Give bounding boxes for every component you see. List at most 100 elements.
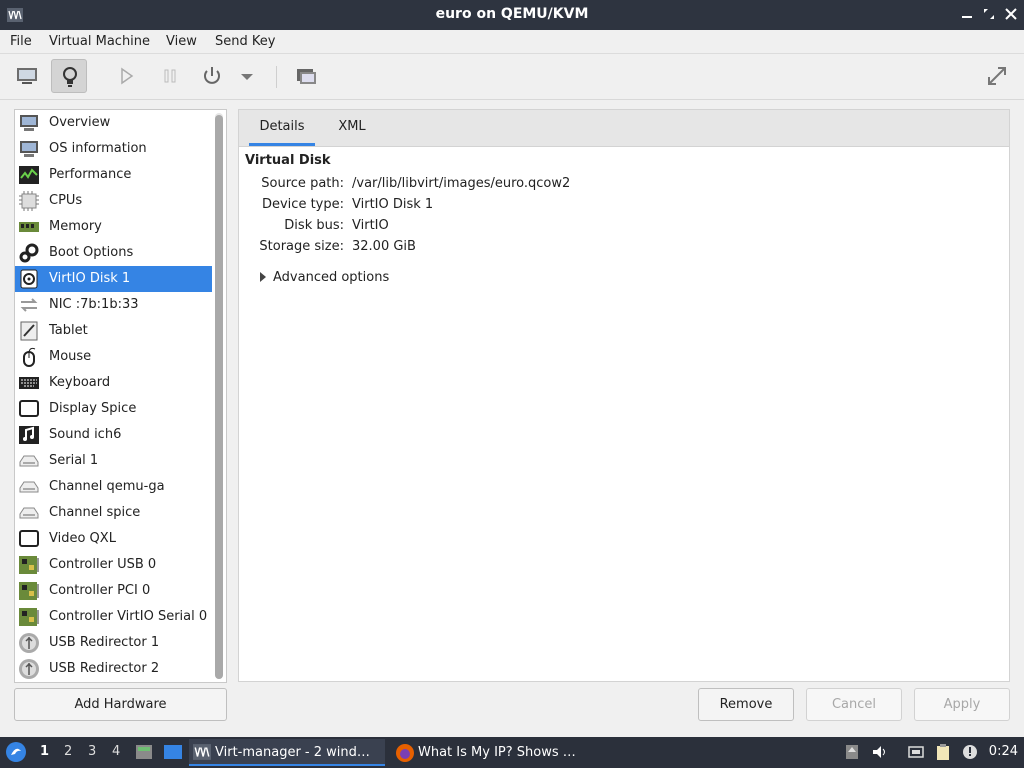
sidebar-item-label: USB Redirector 1 [49, 635, 160, 650]
fullscreen-button[interactable] [979, 59, 1015, 93]
sidebar-item-memory[interactable]: Memory [15, 214, 212, 240]
advanced-options-expander[interactable]: Advanced options [260, 270, 389, 285]
sidebar-item-label: Performance [49, 167, 132, 182]
details-button[interactable] [51, 59, 87, 93]
power-icon [204, 67, 220, 84]
video-icon [19, 530, 39, 547]
sidebar-item-virtio-disk-1[interactable]: VirtIO Disk 1 [15, 266, 212, 292]
updates-icon[interactable] [843, 743, 861, 761]
workspace-3[interactable]: 3 [88, 744, 96, 759]
pause-icon [164, 69, 176, 83]
task-firefox-label: What Is My IP? Shows … [418, 745, 576, 760]
storage-size-label: Storage size: [259, 239, 344, 254]
minimize-icon[interactable] [960, 7, 974, 21]
close-icon[interactable] [1004, 7, 1018, 21]
menu-virtual-machine[interactable]: Virtual Machine [49, 34, 150, 49]
show-desktop-icon[interactable] [163, 742, 183, 762]
sidebar-item-boot-options[interactable]: Boot Options [15, 240, 212, 266]
sidebar-item-label: OS information [49, 141, 147, 156]
workspace-1[interactable]: 1 [40, 744, 49, 759]
remove-button[interactable]: Remove [698, 688, 794, 721]
title-bar: euro on QEMU/KVM [0, 0, 1024, 30]
power-menu-button[interactable] [234, 59, 260, 93]
sidebar-item-label: Channel qemu-ga [49, 479, 165, 494]
disk-bus-value: VirtIO [352, 218, 389, 233]
tab-details[interactable]: Details [249, 110, 315, 146]
file-manager-icon[interactable] [134, 742, 154, 762]
start-menu-icon[interactable] [5, 741, 27, 763]
menu-send-key[interactable]: Send Key [215, 34, 275, 49]
sidebar-item-display-spice[interactable]: Display Spice [15, 396, 212, 422]
cpu-chip-icon [19, 191, 39, 211]
scrollbar[interactable] [215, 113, 223, 679]
power-button[interactable] [194, 59, 230, 93]
sidebar-item-os-information[interactable]: OS information [15, 136, 212, 162]
sidebar-item-video-qxl[interactable]: Video QXL [15, 526, 212, 552]
menu-view[interactable]: View [166, 34, 197, 49]
display-icon [19, 400, 39, 417]
apply-button[interactable]: Apply [914, 688, 1010, 721]
hardware-list[interactable]: USB Redirector 2 USB Redirector 1 Controll… [14, 109, 227, 683]
serial-port-icon [19, 455, 39, 467]
volume-icon[interactable] [871, 743, 889, 761]
sidebar-item-label: Overview [49, 115, 111, 130]
toolbar [0, 54, 1024, 100]
usb-icon [19, 633, 39, 653]
controller-card-icon [19, 582, 39, 600]
taskbar: 1 2 3 4 Virt-manager - 2 wind… What Is M… [0, 737, 1024, 768]
sidebar-item-sound-ich6[interactable]: Sound ich6 [15, 422, 212, 448]
device-type-value: VirtIO Disk 1 [352, 197, 434, 212]
menu-file[interactable]: File [10, 34, 32, 49]
mouse-icon [23, 347, 36, 367]
workspace-2[interactable]: 2 [64, 744, 72, 759]
sidebar-item-nic-7b-1b-33[interactable]: NIC :7b:1b:33 [15, 292, 212, 318]
source-path-value: /var/lib/libvirt/images/euro.qcow2 [352, 176, 571, 191]
sidebar-item-channel-spice[interactable]: Channel spice [15, 500, 212, 526]
sound-icon [19, 426, 39, 444]
device-type-label: Device type: [261, 197, 344, 212]
task-firefox[interactable]: What Is My IP? Shows … [392, 739, 592, 766]
sidebar-item-label: Keyboard [49, 375, 111, 390]
task-virt-manager-label: Virt-manager - 2 wind… [215, 745, 370, 760]
disk-icon [20, 269, 38, 289]
sidebar-item-label: NIC :7b:1b:33 [49, 297, 139, 312]
cancel-button[interactable]: Cancel [806, 688, 902, 721]
clipboard-icon[interactable] [934, 743, 952, 761]
sidebar-item-controller-usb-0[interactable]: Controller USB 0 [15, 552, 212, 578]
snapshots-button[interactable] [288, 59, 324, 93]
sidebar-item-overview[interactable]: Overview [15, 110, 212, 136]
sidebar-item-label: Sound ich6 [49, 427, 122, 442]
menu-bar: File Virtual Machine View Send Key [0, 30, 1024, 54]
workspace-4[interactable]: 4 [112, 744, 120, 759]
sidebar-item-label: Mouse [49, 349, 92, 364]
sidebar-item-mouse[interactable]: Mouse [15, 344, 212, 370]
sidebar-item-label: Video QXL [49, 531, 116, 546]
run-button[interactable] [108, 59, 144, 93]
sidebar-item-channel-qemu-ga[interactable]: Channel qemu-ga [15, 474, 212, 500]
tab-xml[interactable]: XML [327, 110, 377, 146]
console-button[interactable] [9, 59, 45, 93]
sidebar-item-label: USB Redirector 2 [49, 661, 160, 676]
sidebar-item-controller-pci-0[interactable]: Controller PCI 0 [15, 578, 212, 604]
task-virt-manager[interactable]: Virt-manager - 2 wind… [189, 739, 385, 766]
sidebar-item-label: Memory [49, 219, 102, 234]
notifications-icon[interactable] [961, 743, 979, 761]
network-icon[interactable] [907, 743, 925, 761]
scrollbar-thumb[interactable] [215, 115, 223, 679]
sidebar-item-label: Channel spice [49, 505, 141, 520]
sidebar-item-usb-redirector-2[interactable]: USB Redirector 2 [15, 656, 212, 682]
add-hardware-button[interactable]: Add Hardware [14, 688, 227, 721]
lightbulb-icon [63, 67, 77, 87]
play-icon [121, 67, 134, 85]
sidebar-item-performance[interactable]: Performance [15, 162, 212, 188]
gears-icon [19, 243, 39, 263]
virt-manager-icon [193, 744, 211, 760]
sidebar-item-keyboard[interactable]: Keyboard [15, 370, 212, 396]
maximize-icon[interactable] [982, 7, 996, 21]
sidebar-item-cpus[interactable]: CPUs [15, 188, 212, 214]
sidebar-item-usb-redirector-1[interactable]: USB Redirector 1 [15, 630, 212, 656]
sidebar-item-serial-1[interactable]: Serial 1 [15, 448, 212, 474]
sidebar-item-tablet[interactable]: Tablet [15, 318, 212, 344]
pause-button[interactable] [152, 59, 188, 93]
sidebar-item-controller-virtio-serial-0[interactable]: Controller VirtIO Serial 0 [15, 604, 212, 630]
